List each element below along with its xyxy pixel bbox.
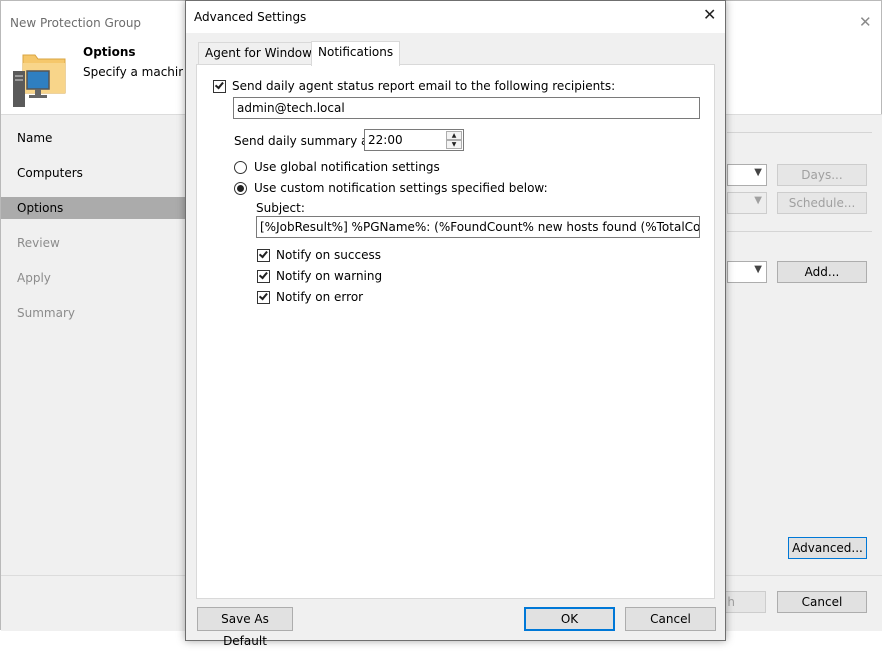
nav-item-summary: Summary — [17, 306, 75, 320]
dialog-title: Advanced Settings — [194, 10, 307, 24]
cancel-button[interactable]: Cancel — [777, 591, 867, 613]
group-divider — [727, 231, 872, 232]
tab-agent-for-windows[interactable]: Agent for Windows — [198, 42, 326, 65]
notify-warning-label: Notify on warning — [276, 269, 383, 283]
send-report-label: Send daily agent status report email to … — [232, 79, 616, 93]
custom-settings-label: Use custom notification settings specifi… — [254, 181, 548, 195]
chevron-down-icon: ▼ — [754, 195, 762, 206]
close-icon[interactable]: ✕ — [859, 15, 872, 30]
advanced-button[interactable]: Advanced... — [788, 537, 867, 559]
nav-item-options[interactable]: Options — [1, 197, 186, 219]
chevron-down-icon: ▼ — [754, 167, 762, 178]
days-button: Days... — [777, 164, 867, 186]
page-description: Specify a machine d — [83, 65, 183, 79]
arrow-down-icon[interactable]: ▼ — [446, 140, 462, 149]
save-as-default-button[interactable]: Save As Default — [197, 607, 293, 648]
nav-item-apply: Apply — [17, 271, 51, 285]
add-button[interactable]: Add... — [777, 261, 867, 283]
account-combo[interactable]: ▼ — [727, 261, 767, 283]
close-icon[interactable]: ✕ — [703, 7, 716, 23]
page-heading: Options — [83, 45, 136, 59]
notify-error-label: Notify on error — [276, 290, 364, 304]
chevron-down-icon: ▼ — [754, 264, 762, 275]
summary-time-label: Send daily summary at: — [234, 134, 378, 148]
notify-error-checkbox[interactable] — [257, 291, 270, 304]
global-settings-label: Use global notification settings — [254, 160, 440, 174]
schedule-button: Schedule... — [777, 192, 867, 214]
notify-success-label: Notify on success — [276, 248, 381, 262]
nav-item-name[interactable]: Name — [1, 127, 186, 149]
group-divider — [727, 132, 872, 133]
cancel-button[interactable]: Cancel — [625, 607, 716, 631]
tab-notifications[interactable]: Notifications — [311, 41, 401, 66]
schedule-type-combo[interactable]: ▼ — [727, 164, 767, 186]
subject-label: Subject: — [256, 201, 305, 215]
subject-field[interactable]: [%JobResult%] %PGName%: (%FoundCount% ne… — [256, 216, 700, 238]
nav-item-computers[interactable]: Computers — [1, 162, 186, 184]
schedule-combo: ▼ — [727, 192, 767, 214]
custom-settings-radio[interactable] — [234, 182, 247, 195]
computer-folder-icon — [11, 49, 67, 109]
global-settings-radio[interactable] — [234, 161, 247, 174]
arrow-up-icon[interactable]: ▲ — [446, 131, 462, 140]
window-title: New Protection Group — [10, 16, 142, 30]
send-report-checkbox[interactable] — [213, 80, 226, 93]
wizard-sidebar: Name Computers Options Review Apply Summ… — [1, 115, 186, 575]
nav-item-review: Review — [17, 236, 60, 250]
advanced-settings-dialog: Advanced Settings ✕ Agent for Windows No… — [185, 0, 726, 648]
recipients-field[interactable]: admin@tech.local — [233, 97, 700, 119]
ok-button[interactable]: OK — [524, 607, 615, 631]
notify-warning-checkbox[interactable] — [257, 270, 270, 283]
notify-success-checkbox[interactable] — [257, 249, 270, 262]
